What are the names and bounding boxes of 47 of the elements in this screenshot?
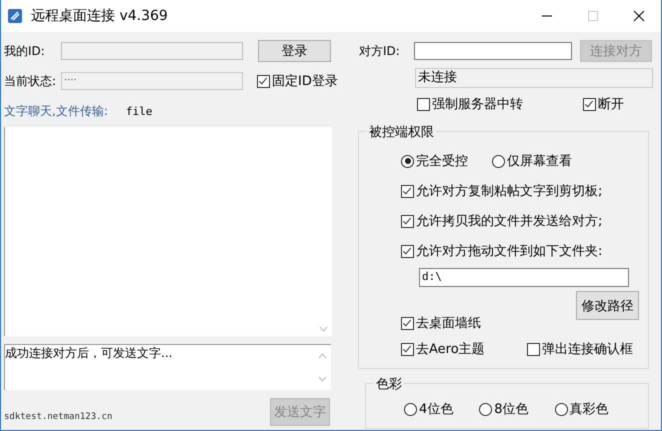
group-title: 色彩	[374, 375, 404, 393]
connection-status-field: 未连接	[415, 68, 653, 88]
close-icon[interactable]	[633, 10, 645, 22]
permission-checkbox[interactable]: 允许对方拖动文件到如下文件夹:	[401, 242, 648, 260]
radio-button[interactable]	[479, 402, 492, 416]
color-depth-radio[interactable]: 4位色	[404, 400, 454, 418]
status-label: 当前状态:	[4, 72, 58, 90]
disconnect-checkbox[interactable]: 断开	[583, 95, 624, 113]
group-title: 被控端权限	[367, 123, 436, 141]
checkbox[interactable]	[401, 184, 414, 198]
server-address: sdktest.netman123.cn	[4, 412, 112, 422]
permission-checkbox[interactable]: 允许对方复制粘帖文字到剪切板;	[401, 182, 648, 200]
color-depth-radio[interactable]: 8位色	[479, 400, 529, 418]
peer-id-field[interactable]	[414, 42, 572, 60]
checkbox[interactable]	[257, 74, 270, 88]
my-id-field[interactable]	[61, 42, 243, 60]
window-title: 远程桌面连接 v4.369	[31, 7, 168, 25]
color-depth-radio[interactable]: 真彩色	[554, 400, 609, 418]
permission-checkbox[interactable]: 允许拷贝我的文件并发送给对方;	[401, 212, 648, 230]
my-id-label: 我的ID:	[4, 42, 46, 60]
force-relay-checkbox[interactable]: 强制服务器中转	[417, 95, 583, 113]
radio-button[interactable]	[492, 154, 505, 168]
checkbox[interactable]	[401, 342, 414, 356]
checkbox[interactable]	[583, 98, 596, 110]
checkbox[interactable]	[417, 98, 430, 110]
checkbox[interactable]	[401, 244, 414, 258]
login-button[interactable]: 登录	[258, 40, 331, 62]
status-field: ····	[61, 72, 243, 90]
display-checkbox[interactable]: 去Aero主题	[401, 340, 527, 358]
change-path-button[interactable]: 修改路径	[576, 291, 639, 320]
app-icon	[7, 8, 23, 24]
checkbox[interactable]	[401, 214, 414, 228]
mode-radio[interactable]: 完全受控	[401, 152, 468, 170]
fixed-id-checkbox[interactable]: 固定ID登录	[257, 72, 338, 90]
checkbox[interactable]	[527, 342, 540, 356]
peer-id-label: 对方ID:	[359, 42, 401, 60]
file-label: file	[126, 104, 152, 118]
folder-field[interactable]: d:\	[419, 268, 629, 287]
chat-label: 文字聊天,文件传输:	[4, 102, 108, 120]
radio-button[interactable]	[554, 402, 568, 416]
display-checkbox[interactable]: 去桌面墙纸	[401, 314, 527, 332]
radio-button[interactable]	[404, 402, 417, 416]
checkbox[interactable]	[401, 316, 414, 330]
radio-button[interactable]	[401, 154, 414, 168]
message-input[interactable]: 成功连接对方后，可发送文字...	[5, 345, 172, 362]
display-checkbox[interactable]: 弹出连接确认框	[527, 340, 648, 358]
mode-radio[interactable]: 仅屏幕查看	[492, 152, 572, 170]
